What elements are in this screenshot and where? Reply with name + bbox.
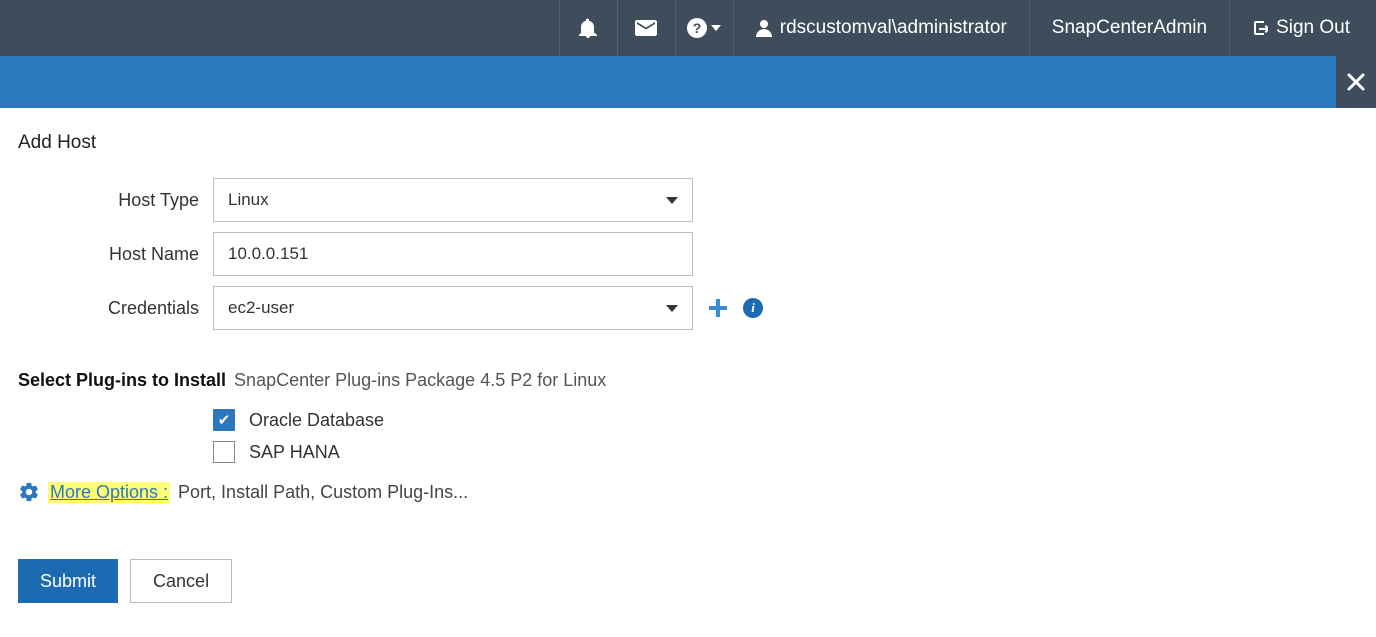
role-label: SnapCenterAdmin [1052, 17, 1207, 39]
signout-icon [1252, 19, 1268, 37]
signout-label: Sign Out [1276, 17, 1350, 39]
messages-button[interactable] [617, 0, 675, 56]
help-icon: ? [687, 18, 707, 38]
content-area: Add Host Host Type Linux Host Name 10.0.… [0, 108, 1376, 603]
more-options-row: More Options : Port, Install Path, Custo… [18, 481, 1358, 503]
user-icon [756, 19, 772, 37]
host-type-select[interactable]: Linux [213, 178, 693, 222]
chevron-down-icon [666, 197, 678, 204]
plugins-header-label: Select Plug-ins to Install [18, 370, 226, 391]
help-menu[interactable]: ? [675, 0, 733, 56]
user-label: rdscustomval\administrator [780, 17, 1007, 39]
gear-icon [18, 481, 40, 503]
bell-icon [579, 18, 597, 38]
user-menu[interactable]: rdscustomval\administrator [733, 0, 1029, 56]
button-row: Submit Cancel [18, 559, 1358, 603]
host-name-row: Host Name 10.0.0.151 [18, 232, 1358, 276]
svg-text:?: ? [693, 20, 702, 36]
host-type-label: Host Type [18, 190, 213, 211]
role-label-item[interactable]: SnapCenterAdmin [1029, 0, 1229, 56]
host-type-row: Host Type Linux [18, 178, 1358, 222]
chevron-down-icon [711, 25, 721, 31]
info-icon: i [751, 300, 755, 316]
host-type-value: Linux [228, 190, 269, 210]
plugin-checkbox-saphana[interactable] [213, 441, 235, 463]
close-icon [1346, 72, 1366, 92]
more-options-desc: Port, Install Path, Custom Plug-Ins... [178, 482, 468, 503]
notifications-button[interactable] [559, 0, 617, 56]
credentials-row: Credentials ec2-user i [18, 286, 1358, 330]
top-nav: ? rdscustomval\administrator SnapCenterA… [0, 0, 1376, 56]
add-credential-button[interactable] [707, 297, 729, 319]
plugin-checkbox-oracle[interactable]: ✔ [213, 409, 235, 431]
plugin-label: SAP HANA [249, 442, 340, 463]
plus-icon [707, 297, 729, 319]
credentials-label: Credentials [18, 298, 213, 319]
close-panel-button[interactable] [1336, 56, 1376, 108]
plugin-label: Oracle Database [249, 410, 384, 431]
host-name-label: Host Name [18, 244, 213, 265]
plugins-header: Select Plug-ins to Install SnapCenter Pl… [18, 370, 1358, 391]
host-name-value: 10.0.0.151 [228, 244, 308, 264]
credentials-select[interactable]: ec2-user [213, 286, 693, 330]
more-options-link[interactable]: More Options : [48, 482, 170, 503]
chevron-down-icon [666, 305, 678, 312]
credentials-value: ec2-user [228, 298, 294, 318]
plugin-row-saphana: SAP HANA [213, 441, 1358, 463]
check-icon: ✔ [218, 413, 231, 428]
plugins-package-label: SnapCenter Plug-ins Package 4.5 P2 for L… [234, 370, 606, 391]
plugin-row-oracle: ✔ Oracle Database [213, 409, 1358, 431]
sub-header [0, 56, 1376, 108]
cancel-button[interactable]: Cancel [130, 559, 232, 603]
mail-icon [635, 20, 657, 36]
credentials-info-button[interactable]: i [743, 298, 763, 318]
submit-button[interactable]: Submit [18, 559, 118, 603]
page-title: Add Host [18, 132, 1358, 154]
host-name-input[interactable]: 10.0.0.151 [213, 232, 693, 276]
signout-button[interactable]: Sign Out [1229, 0, 1376, 56]
